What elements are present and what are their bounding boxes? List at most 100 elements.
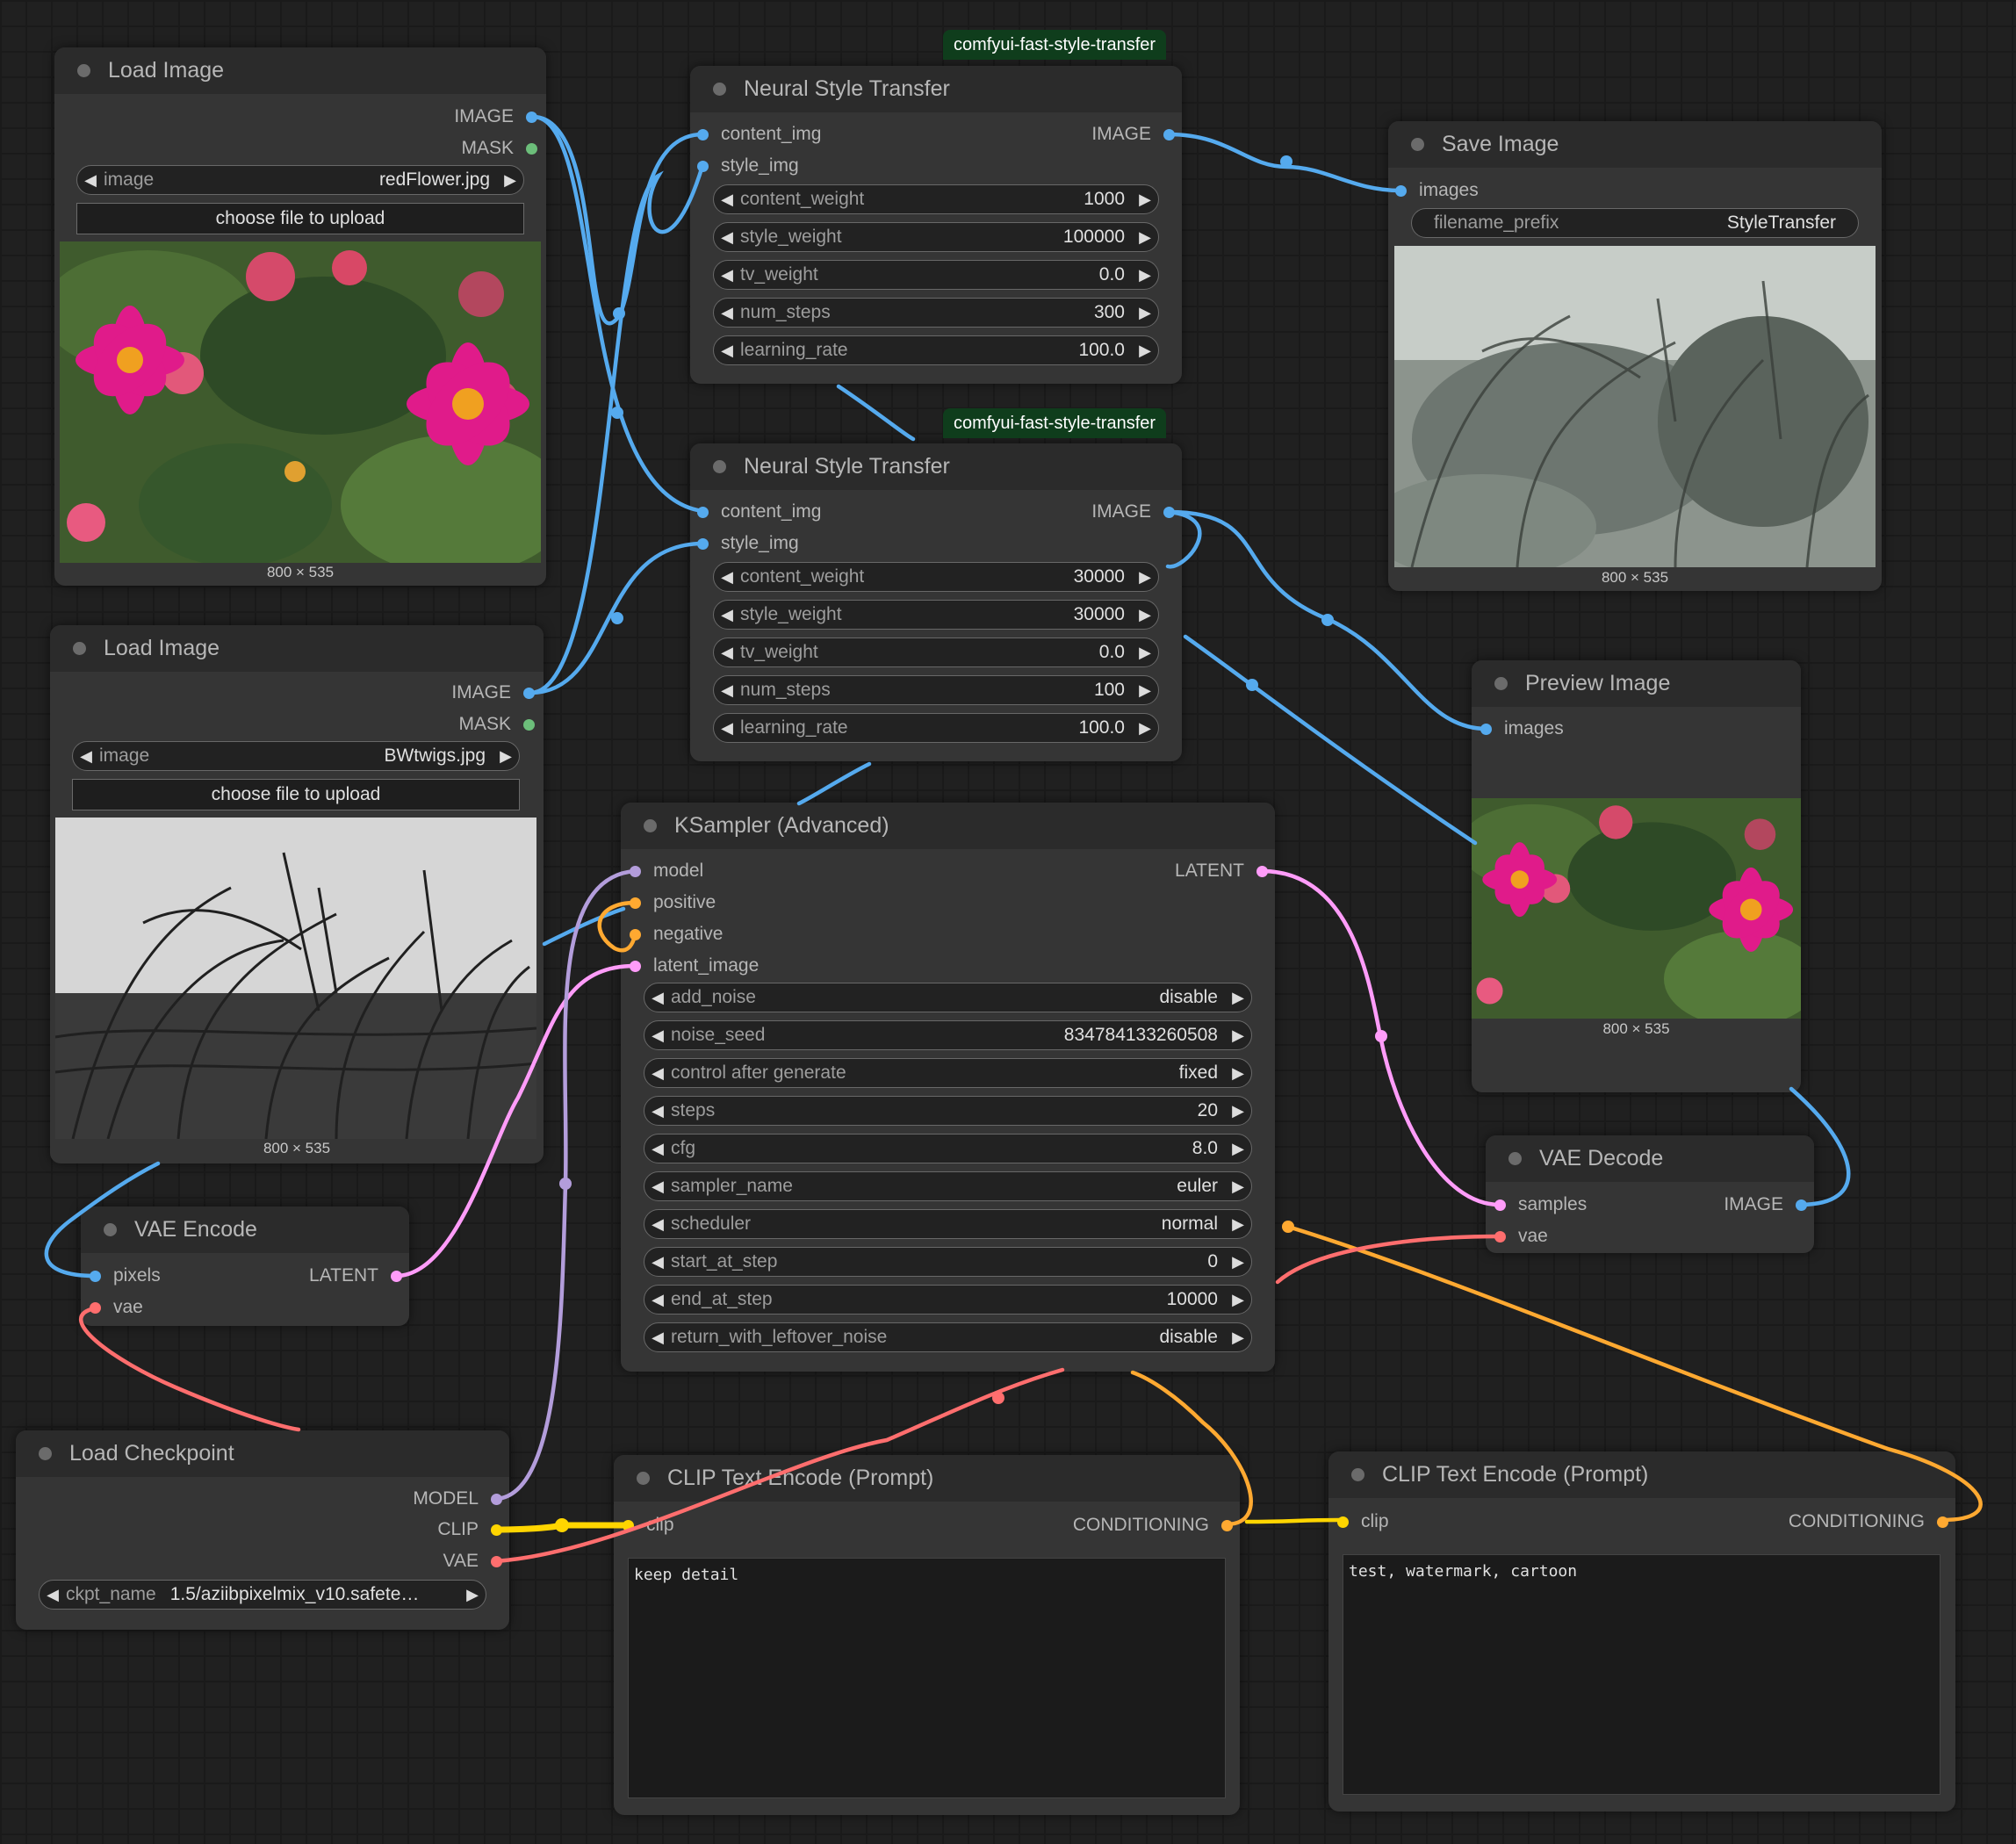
slot-dot-icon[interactable] [491, 1523, 502, 1536]
neural-style-transfer-node-1[interactable]: Neural Style Transfer content_img style_… [690, 66, 1182, 384]
slot-dot-icon[interactable] [630, 960, 641, 972]
arrow-right-icon[interactable]: ▶ [1225, 1178, 1251, 1196]
slot-dot-icon[interactable] [1796, 1199, 1807, 1211]
slot-dot-icon[interactable] [90, 1270, 101, 1282]
widget-control-after-generate[interactable]: ◀ control after generate fixed ▶ [644, 1058, 1252, 1088]
slot-dot-icon[interactable] [1256, 865, 1268, 877]
preview-image-node[interactable]: Preview Image images 800 × 535 [1472, 660, 1801, 1092]
arrow-right-icon[interactable]: ▶ [1132, 191, 1158, 209]
output-latent[interactable]: LATENT [1175, 859, 1268, 883]
node-title-bar[interactable]: KSampler (Advanced) [621, 803, 1275, 849]
arrow-right-icon[interactable]: ▶ [497, 171, 523, 190]
output-model[interactable]: MODEL [413, 1487, 502, 1511]
slot-dot-icon[interactable] [630, 865, 641, 877]
collapse-dot-icon[interactable] [1508, 1152, 1522, 1165]
arrow-right-icon[interactable]: ▶ [1132, 304, 1158, 322]
slot-dot-icon[interactable] [697, 160, 709, 172]
slot-dot-icon[interactable] [630, 928, 641, 940]
arrow-right-icon[interactable]: ▶ [1132, 568, 1158, 587]
arrow-left-icon[interactable]: ◀ [644, 1064, 671, 1083]
arrow-right-icon[interactable]: ▶ [1225, 1215, 1251, 1234]
widget-cfg[interactable]: ◀ cfg 8.0 ▶ [644, 1134, 1252, 1163]
arrow-right-icon[interactable]: ▶ [1132, 644, 1158, 662]
widget-return-with-leftover-noise[interactable]: ◀ return_with_leftover_noise disable ▶ [644, 1322, 1252, 1352]
slot-dot-icon[interactable] [1480, 723, 1492, 735]
widget-learning-rate[interactable]: ◀ learning_rate 100.0 ▶ [713, 713, 1159, 743]
node-title-bar[interactable]: Load Checkpoint [16, 1430, 509, 1477]
arrow-left-icon[interactable]: ◀ [644, 1026, 671, 1045]
output-conditioning[interactable]: CONDITIONING [1073, 1513, 1233, 1538]
arrow-right-icon[interactable]: ▶ [1132, 266, 1158, 285]
input-clip[interactable]: clip [1337, 1509, 1389, 1534]
arrow-left-icon[interactable]: ◀ [644, 1329, 671, 1347]
widget-style-weight[interactable]: ◀ style_weight 30000 ▶ [713, 600, 1159, 630]
arrow-right-icon[interactable]: ▶ [1225, 989, 1251, 1007]
output-image[interactable]: IMAGE [454, 104, 537, 129]
slot-dot-icon[interactable] [491, 1493, 502, 1505]
arrow-left-icon[interactable]: ◀ [40, 1586, 66, 1604]
widget-end-at-step[interactable]: ◀ end_at_step 10000 ▶ [644, 1285, 1252, 1315]
upload-button[interactable]: choose file to upload [76, 203, 524, 234]
collapse-dot-icon[interactable] [73, 642, 86, 655]
widget-style-weight[interactable]: ◀ style_weight 100000 ▶ [713, 222, 1159, 252]
node-title-bar[interactable]: VAE Encode [81, 1207, 409, 1253]
arrow-left-icon[interactable]: ◀ [644, 1102, 671, 1120]
widget-tv-weight[interactable]: ◀ tv_weight 0.0 ▶ [713, 260, 1159, 290]
slot-dot-icon[interactable] [526, 142, 537, 155]
node-title-bar[interactable]: Preview Image [1472, 660, 1801, 707]
arrow-right-icon[interactable]: ▶ [1225, 1026, 1251, 1045]
arrow-right-icon[interactable]: ▶ [1132, 228, 1158, 247]
slot-dot-icon[interactable] [523, 718, 535, 731]
slot-dot-icon[interactable] [523, 687, 535, 699]
output-image[interactable]: IMAGE [451, 681, 535, 705]
arrow-right-icon[interactable]: ▶ [1132, 342, 1158, 360]
arrow-left-icon[interactable]: ◀ [644, 1253, 671, 1271]
filename-prefix-widget[interactable]: filename_prefix StyleTransfer [1411, 208, 1859, 238]
slot-dot-icon[interactable] [1337, 1516, 1349, 1528]
node-title-bar[interactable]: CLIP Text Encode (Prompt) [1328, 1451, 1955, 1498]
slot-dot-icon[interactable] [1937, 1516, 1948, 1528]
arrow-left-icon[interactable]: ◀ [714, 191, 740, 209]
arrow-left-icon[interactable]: ◀ [644, 1291, 671, 1309]
output-clip[interactable]: CLIP [437, 1517, 502, 1542]
slot-dot-icon[interactable] [623, 1519, 634, 1531]
arrow-left-icon[interactable]: ◀ [714, 644, 740, 662]
arrow-left-icon[interactable]: ◀ [714, 304, 740, 322]
collapse-dot-icon[interactable] [637, 1472, 650, 1485]
neural-style-transfer-node-2[interactable]: Neural Style Transfer content_img style_… [690, 443, 1182, 761]
output-conditioning[interactable]: CONDITIONING [1789, 1509, 1948, 1534]
widget-start-at-step[interactable]: ◀ start_at_step 0 ▶ [644, 1247, 1252, 1277]
input-samples[interactable]: samples [1494, 1192, 1587, 1217]
widget-scheduler[interactable]: ◀ scheduler normal ▶ [644, 1209, 1252, 1239]
vae-encode-node[interactable]: VAE Encode pixels vae LATENT [81, 1207, 409, 1326]
slot-dot-icon[interactable] [630, 897, 641, 909]
output-mask[interactable]: MASK [461, 136, 537, 161]
collapse-dot-icon[interactable] [104, 1223, 117, 1236]
output-latent[interactable]: LATENT [309, 1264, 402, 1288]
prompt-textarea[interactable]: test, watermark, cartoon [1343, 1554, 1940, 1795]
input-vae[interactable]: vae [1494, 1224, 1548, 1249]
widget-num-steps[interactable]: ◀ num_steps 300 ▶ [713, 298, 1159, 328]
arrow-right-icon[interactable]: ▶ [1132, 681, 1158, 700]
widget-sampler-name[interactable]: ◀ sampler_name euler ▶ [644, 1171, 1252, 1201]
slot-dot-icon[interactable] [697, 128, 709, 140]
load-image-node-2[interactable]: Load Image IMAGE MASK ◀ image BWtwigs.jp… [50, 625, 544, 1163]
input-content-img[interactable]: content_img [697, 500, 821, 524]
arrow-right-icon[interactable]: ▶ [1225, 1291, 1251, 1309]
image-combo-widget[interactable]: ◀ image redFlower.jpg ▶ [76, 165, 524, 195]
collapse-dot-icon[interactable] [77, 64, 90, 77]
input-negative[interactable]: negative [630, 922, 723, 947]
arrow-left-icon[interactable]: ◀ [714, 228, 740, 247]
input-images[interactable]: images [1395, 178, 1479, 203]
widget-content-weight[interactable]: ◀ content_weight 30000 ▶ [713, 562, 1159, 592]
output-image[interactable]: IMAGE [1724, 1192, 1807, 1217]
slot-dot-icon[interactable] [697, 506, 709, 518]
input-style-img[interactable]: style_img [697, 531, 799, 556]
arrow-left-icon[interactable]: ◀ [77, 171, 104, 190]
arrow-right-icon[interactable]: ▶ [493, 747, 519, 766]
arrow-right-icon[interactable]: ▶ [1132, 606, 1158, 624]
arrow-left-icon[interactable]: ◀ [714, 266, 740, 285]
input-vae[interactable]: vae [90, 1295, 143, 1320]
input-model[interactable]: model [630, 859, 703, 883]
collapse-dot-icon[interactable] [39, 1447, 52, 1460]
